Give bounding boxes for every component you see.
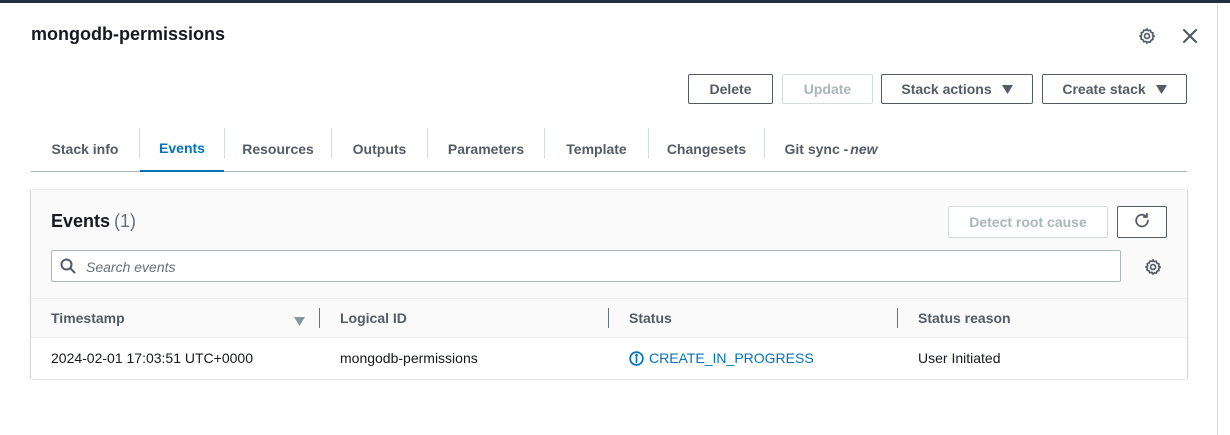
tab-label: Outputs	[352, 140, 407, 157]
sort-down-icon[interactable]	[294, 313, 305, 331]
status-reason-cell: User Initiated	[918, 350, 1001, 366]
events-title-text: Events	[51, 211, 111, 231]
events-header: Events (1) Detect root cause	[31, 190, 1187, 298]
update-button-label: Update	[803, 81, 852, 97]
stack-tabs: Stack info Events Resources Outputs Para…	[31, 126, 1187, 172]
tab-parameters[interactable]: Parameters	[428, 126, 544, 171]
column-resizer[interactable]	[897, 308, 898, 328]
delete-button-label: Delete	[709, 81, 752, 97]
column-header-logical-id[interactable]: Logical ID	[340, 299, 407, 337]
gear-icon[interactable]	[1143, 257, 1163, 277]
stack-actions-label: Stack actions	[901, 81, 992, 97]
new-badge: new	[850, 140, 878, 157]
column-label: Status reason	[918, 310, 1011, 326]
status-text: CREATE_IN_PROGRESS	[649, 350, 814, 366]
tab-label: Stack info	[51, 140, 119, 157]
delete-button[interactable]: Delete	[688, 74, 773, 104]
create-stack-label: Create stack	[1062, 81, 1146, 97]
column-label: Logical ID	[340, 310, 407, 326]
stack-detail-panel: mongodb-permissions Delete Update Stack …	[0, 3, 1216, 435]
table-row: 2024-02-01 17:03:51 UTC+0000 mongodb-per…	[31, 338, 1187, 379]
tab-label: Parameters	[447, 140, 525, 157]
search-events-field[interactable]	[51, 250, 1121, 282]
events-table-header: Timestamp Logical ID Status Status reaso…	[31, 298, 1187, 338]
column-resizer[interactable]	[319, 308, 320, 328]
panel-edge-divider	[1217, 3, 1218, 435]
column-label: Timestamp	[51, 310, 125, 326]
stack-title: mongodb-permissions	[31, 24, 226, 44]
tab-label: Resources	[242, 140, 314, 157]
logical-id-cell: mongodb-permissions	[340, 350, 478, 366]
stack-actions-button[interactable]: Stack actions	[881, 74, 1033, 104]
tab-changesets[interactable]: Changesets	[649, 126, 764, 171]
tab-stack-info[interactable]: Stack info	[31, 126, 139, 171]
tab-label: Events	[159, 140, 205, 156]
tab-label: Git sync -	[784, 140, 849, 157]
create-stack-button[interactable]: Create stack	[1042, 74, 1187, 104]
events-count: (1)	[114, 211, 137, 231]
search-icon	[60, 258, 76, 279]
caret-down-icon	[1155, 81, 1167, 97]
tab-events[interactable]: Events	[140, 126, 224, 172]
events-title: Events (1)	[51, 211, 136, 232]
update-button[interactable]: Update	[782, 74, 873, 104]
caret-down-icon	[1001, 81, 1013, 97]
close-icon[interactable]	[1179, 25, 1201, 47]
refresh-button[interactable]	[1117, 206, 1167, 238]
events-container: Events (1) Detect root cause Search even…	[31, 189, 1187, 379]
column-header-timestamp[interactable]: Timestamp	[51, 299, 125, 337]
tab-git-sync[interactable]: Git sync - new	[765, 126, 897, 171]
info-icon	[629, 350, 644, 366]
refresh-icon	[1133, 212, 1151, 233]
search-events-input[interactable]	[84, 255, 1108, 279]
tab-resources[interactable]: Resources	[225, 126, 331, 171]
column-header-status[interactable]: Status	[629, 299, 672, 337]
status-cell: CREATE_IN_PROGRESS	[629, 338, 814, 378]
tab-label: Template	[566, 140, 627, 157]
column-resizer[interactable]	[608, 308, 609, 328]
tab-template[interactable]: Template	[545, 126, 648, 171]
gear-icon[interactable]	[1136, 25, 1158, 47]
timestamp-cell: 2024-02-01 17:03:51 UTC+0000	[51, 350, 253, 366]
tab-label: Changesets	[666, 140, 747, 157]
detect-root-cause-button[interactable]: Detect root cause	[948, 206, 1108, 238]
tab-outputs[interactable]: Outputs	[332, 126, 427, 171]
column-label: Status	[629, 310, 672, 326]
detect-root-cause-label: Detect root cause	[969, 214, 1087, 230]
column-header-status-reason[interactable]: Status reason	[918, 299, 1011, 337]
